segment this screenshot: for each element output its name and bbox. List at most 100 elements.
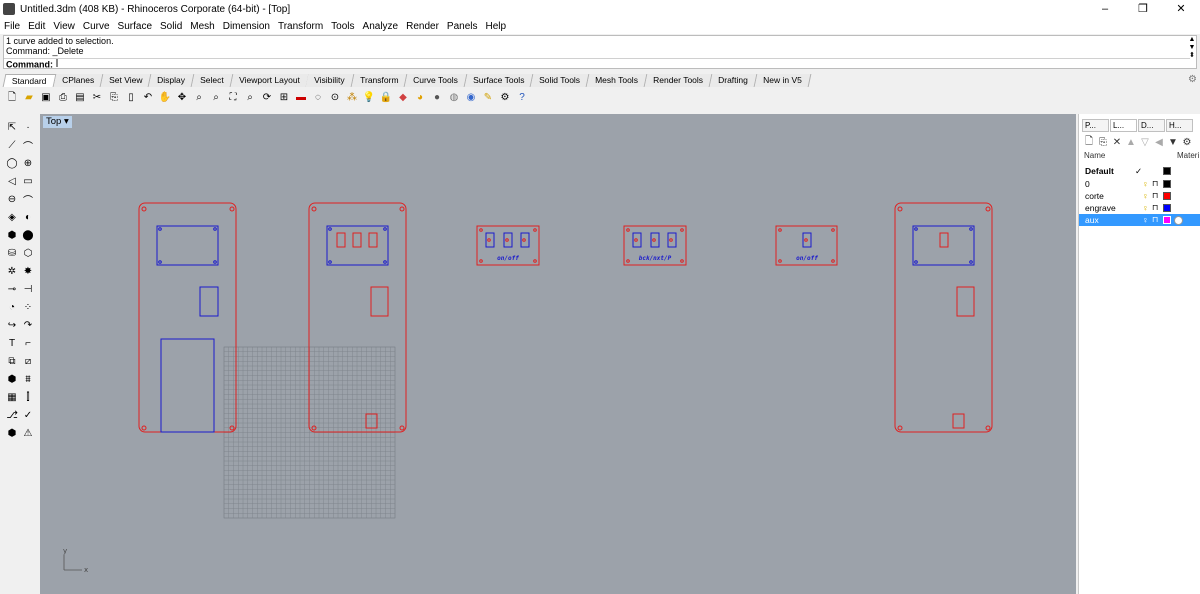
curve-icon[interactable]: ⌒	[20, 138, 36, 153]
tab-visibility[interactable]: Visibility	[305, 74, 355, 87]
zoom-icon[interactable]: ⌕	[192, 91, 206, 105]
circle-icon[interactable]: ◯	[4, 156, 20, 171]
paste-icon[interactable]: ▯	[124, 91, 138, 105]
move-icon[interactable]: ✥	[175, 91, 189, 105]
layer-color-swatch[interactable]	[1163, 192, 1171, 200]
box-icon[interactable]: ⬢	[4, 228, 20, 243]
viewport-title-tab[interactable]: Top ▾	[43, 116, 72, 128]
new-file-icon[interactable]: 🗋	[5, 91, 19, 105]
save-icon[interactable]: ▣	[39, 91, 53, 105]
visibility-bulb-icon[interactable]: ♀	[1142, 178, 1149, 190]
layer-row-0[interactable]: 0 ♀ ⊓	[1079, 178, 1200, 190]
open-file-icon[interactable]: ▰	[22, 91, 36, 105]
switch-plate-b[interactable]: bck/nxt/P	[623, 225, 687, 266]
mesh-icon[interactable]: ⬡	[20, 246, 36, 261]
move-up-icon[interactable]: ▲	[1124, 137, 1138, 148]
sphere-icon[interactable]: ⬤	[20, 228, 36, 243]
panel-3[interactable]	[894, 202, 993, 433]
menu-surface[interactable]: Surface	[118, 21, 152, 32]
name-column-header[interactable]: Name	[1084, 151, 1105, 160]
tab-help[interactable]: H...	[1166, 119, 1193, 132]
layer-color-swatch[interactable]	[1163, 216, 1171, 224]
extend-icon[interactable]: ↷	[20, 318, 36, 333]
tab-layers[interactable]: L...	[1110, 119, 1137, 132]
arc-curve-icon[interactable]: ⌒	[20, 192, 36, 207]
array-icon[interactable]: ▦	[4, 390, 20, 405]
tab-display[interactable]: D...	[1138, 119, 1165, 132]
close-button[interactable]: ✕	[1162, 0, 1200, 18]
rotate-view-icon[interactable]: ⟳	[260, 91, 274, 105]
filter-icon[interactable]: ▼	[1166, 137, 1180, 148]
print-icon[interactable]: ⎙	[56, 91, 70, 105]
rebuild-icon[interactable]: ↪	[4, 318, 20, 333]
pan-hand-icon[interactable]: ✋	[158, 91, 172, 105]
tab-drafting[interactable]: Drafting	[709, 74, 758, 87]
zoom-selected-icon[interactable]: ⌕	[243, 91, 257, 105]
grid-snap-icon[interactable]: ◌	[311, 91, 325, 105]
layer-color-swatch[interactable]	[1163, 167, 1171, 175]
boolean-icon[interactable]: ✲	[4, 264, 20, 279]
menu-analyze[interactable]: Analyze	[363, 21, 399, 32]
cylinder-icon[interactable]: ⛁	[4, 246, 20, 261]
new-layer-icon[interactable]: 🗋	[1082, 134, 1096, 151]
tab-curve-tools[interactable]: Curve Tools	[404, 74, 468, 87]
tab-viewport-layout[interactable]: Viewport Layout	[230, 74, 309, 87]
move-down-icon[interactable]: ▽	[1138, 137, 1152, 148]
tab-cplanes[interactable]: CPlanes	[53, 74, 104, 87]
options-icon[interactable]: ⚙	[498, 91, 512, 105]
render-icon[interactable]: ◉	[464, 91, 478, 105]
transform-icon[interactable]: ⧉	[4, 354, 20, 369]
zoom-extents-icon[interactable]: ⛶	[226, 91, 240, 105]
layer-row-default[interactable]: Default ✓	[1079, 165, 1200, 177]
material-column-header[interactable]: Materi	[1177, 151, 1199, 160]
scroll-down-icon[interactable]: ▼	[1188, 44, 1196, 52]
menu-render[interactable]: Render	[406, 21, 439, 32]
tab-render-tools[interactable]: Render Tools	[644, 74, 713, 87]
ruler-icon[interactable]: ⩩	[20, 372, 36, 387]
layer-material-swatch[interactable]	[1174, 216, 1183, 225]
menu-curve[interactable]: Curve	[83, 21, 110, 32]
minimize-button[interactable]: –	[1086, 0, 1124, 18]
visibility-bulb-icon[interactable]: ♀	[1142, 214, 1149, 226]
command-prompt[interactable]: Command:	[4, 58, 1190, 70]
layer-icon[interactable]: ◆	[396, 91, 410, 105]
layer-row-engrave[interactable]: engrave ♀ ⊓	[1079, 202, 1200, 214]
check-icon[interactable]: ✓	[20, 408, 36, 423]
point-icon[interactable]: ⊙	[328, 91, 342, 105]
menu-dimension[interactable]: Dimension	[223, 21, 270, 32]
menu-help[interactable]: Help	[486, 21, 507, 32]
render-material-icon[interactable]: ⬢	[4, 426, 20, 441]
ellipse-icon[interactable]: ⊖	[4, 192, 20, 207]
tab-transform[interactable]: Transform	[351, 74, 408, 87]
menu-transform[interactable]: Transform	[278, 21, 323, 32]
cplane-icon[interactable]: ▬	[294, 91, 308, 105]
rectangle-icon[interactable]: ▭	[20, 174, 36, 189]
maximize-button[interactable]: ❐	[1124, 0, 1162, 18]
unlock-icon[interactable]: ⊓	[1152, 178, 1158, 190]
switch-plate-c[interactable]: on/off	[775, 225, 838, 266]
menu-tools[interactable]: Tools	[331, 21, 354, 32]
panel-1[interactable]	[138, 202, 237, 433]
viewport-canvas[interactable]: on/off bck/nxt/P on/off y x	[40, 114, 1076, 594]
explode-icon[interactable]: ✸	[20, 264, 36, 279]
mirror-icon[interactable]: ⧄	[20, 354, 36, 369]
surface-edge-icon[interactable]: ◐	[20, 210, 36, 225]
unlock-icon[interactable]: ⊓	[1152, 202, 1158, 214]
menu-file[interactable]: File	[4, 21, 20, 32]
tab-display[interactable]: Display	[148, 74, 195, 87]
copy-icon[interactable]: ⎘	[107, 91, 121, 105]
delete-layer-icon[interactable]: ✕	[1110, 137, 1124, 148]
tab-select[interactable]: Select	[191, 74, 233, 87]
viewport-top[interactable]: on/off bck/nxt/P on/off y x Top ▾	[40, 114, 1076, 594]
polyline-icon[interactable]: ⟋	[4, 138, 20, 153]
viewport-menu-chevron-icon[interactable]: ▾	[64, 116, 69, 127]
tab-solid-tools[interactable]: Solid Tools	[531, 74, 590, 87]
tab-set-view[interactable]: Set View	[100, 74, 152, 87]
dimension-icon[interactable]: ⌐	[20, 336, 36, 351]
select-arrow-icon[interactable]: ⇱	[4, 120, 20, 135]
menu-mesh[interactable]: Mesh	[190, 21, 214, 32]
undo-icon[interactable]: ↶	[141, 91, 155, 105]
switch-plate-a[interactable]: on/off	[476, 225, 540, 266]
color-wheel-icon[interactable]: ◕	[413, 91, 427, 105]
shaded-icon[interactable]: ●	[430, 91, 444, 105]
